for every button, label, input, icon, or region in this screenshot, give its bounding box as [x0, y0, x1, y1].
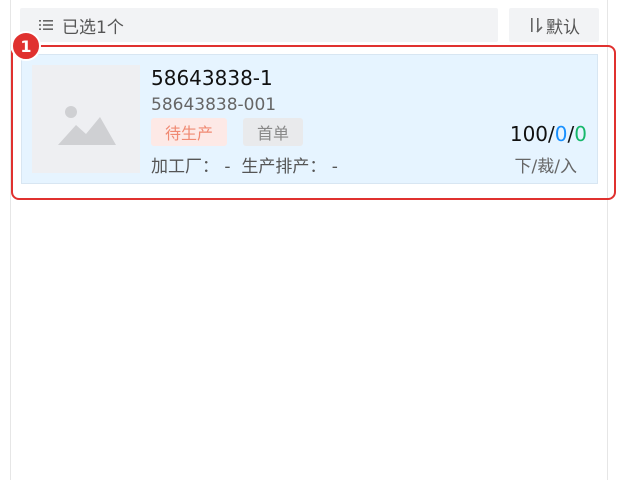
sort-label: 默认 [546, 17, 580, 38]
annotation-badge: 1 [11, 31, 41, 61]
highlight-frame [11, 45, 616, 200]
list-icon [38, 17, 54, 33]
sort-button[interactable]: 默认 [509, 8, 599, 42]
sort-order-icon [528, 16, 544, 34]
selected-count-button[interactable]: 已选1个 [20, 8, 498, 42]
selected-count-label: 已选1个 [62, 17, 124, 38]
list-toolbar: 已选1个 默认 [20, 8, 599, 42]
